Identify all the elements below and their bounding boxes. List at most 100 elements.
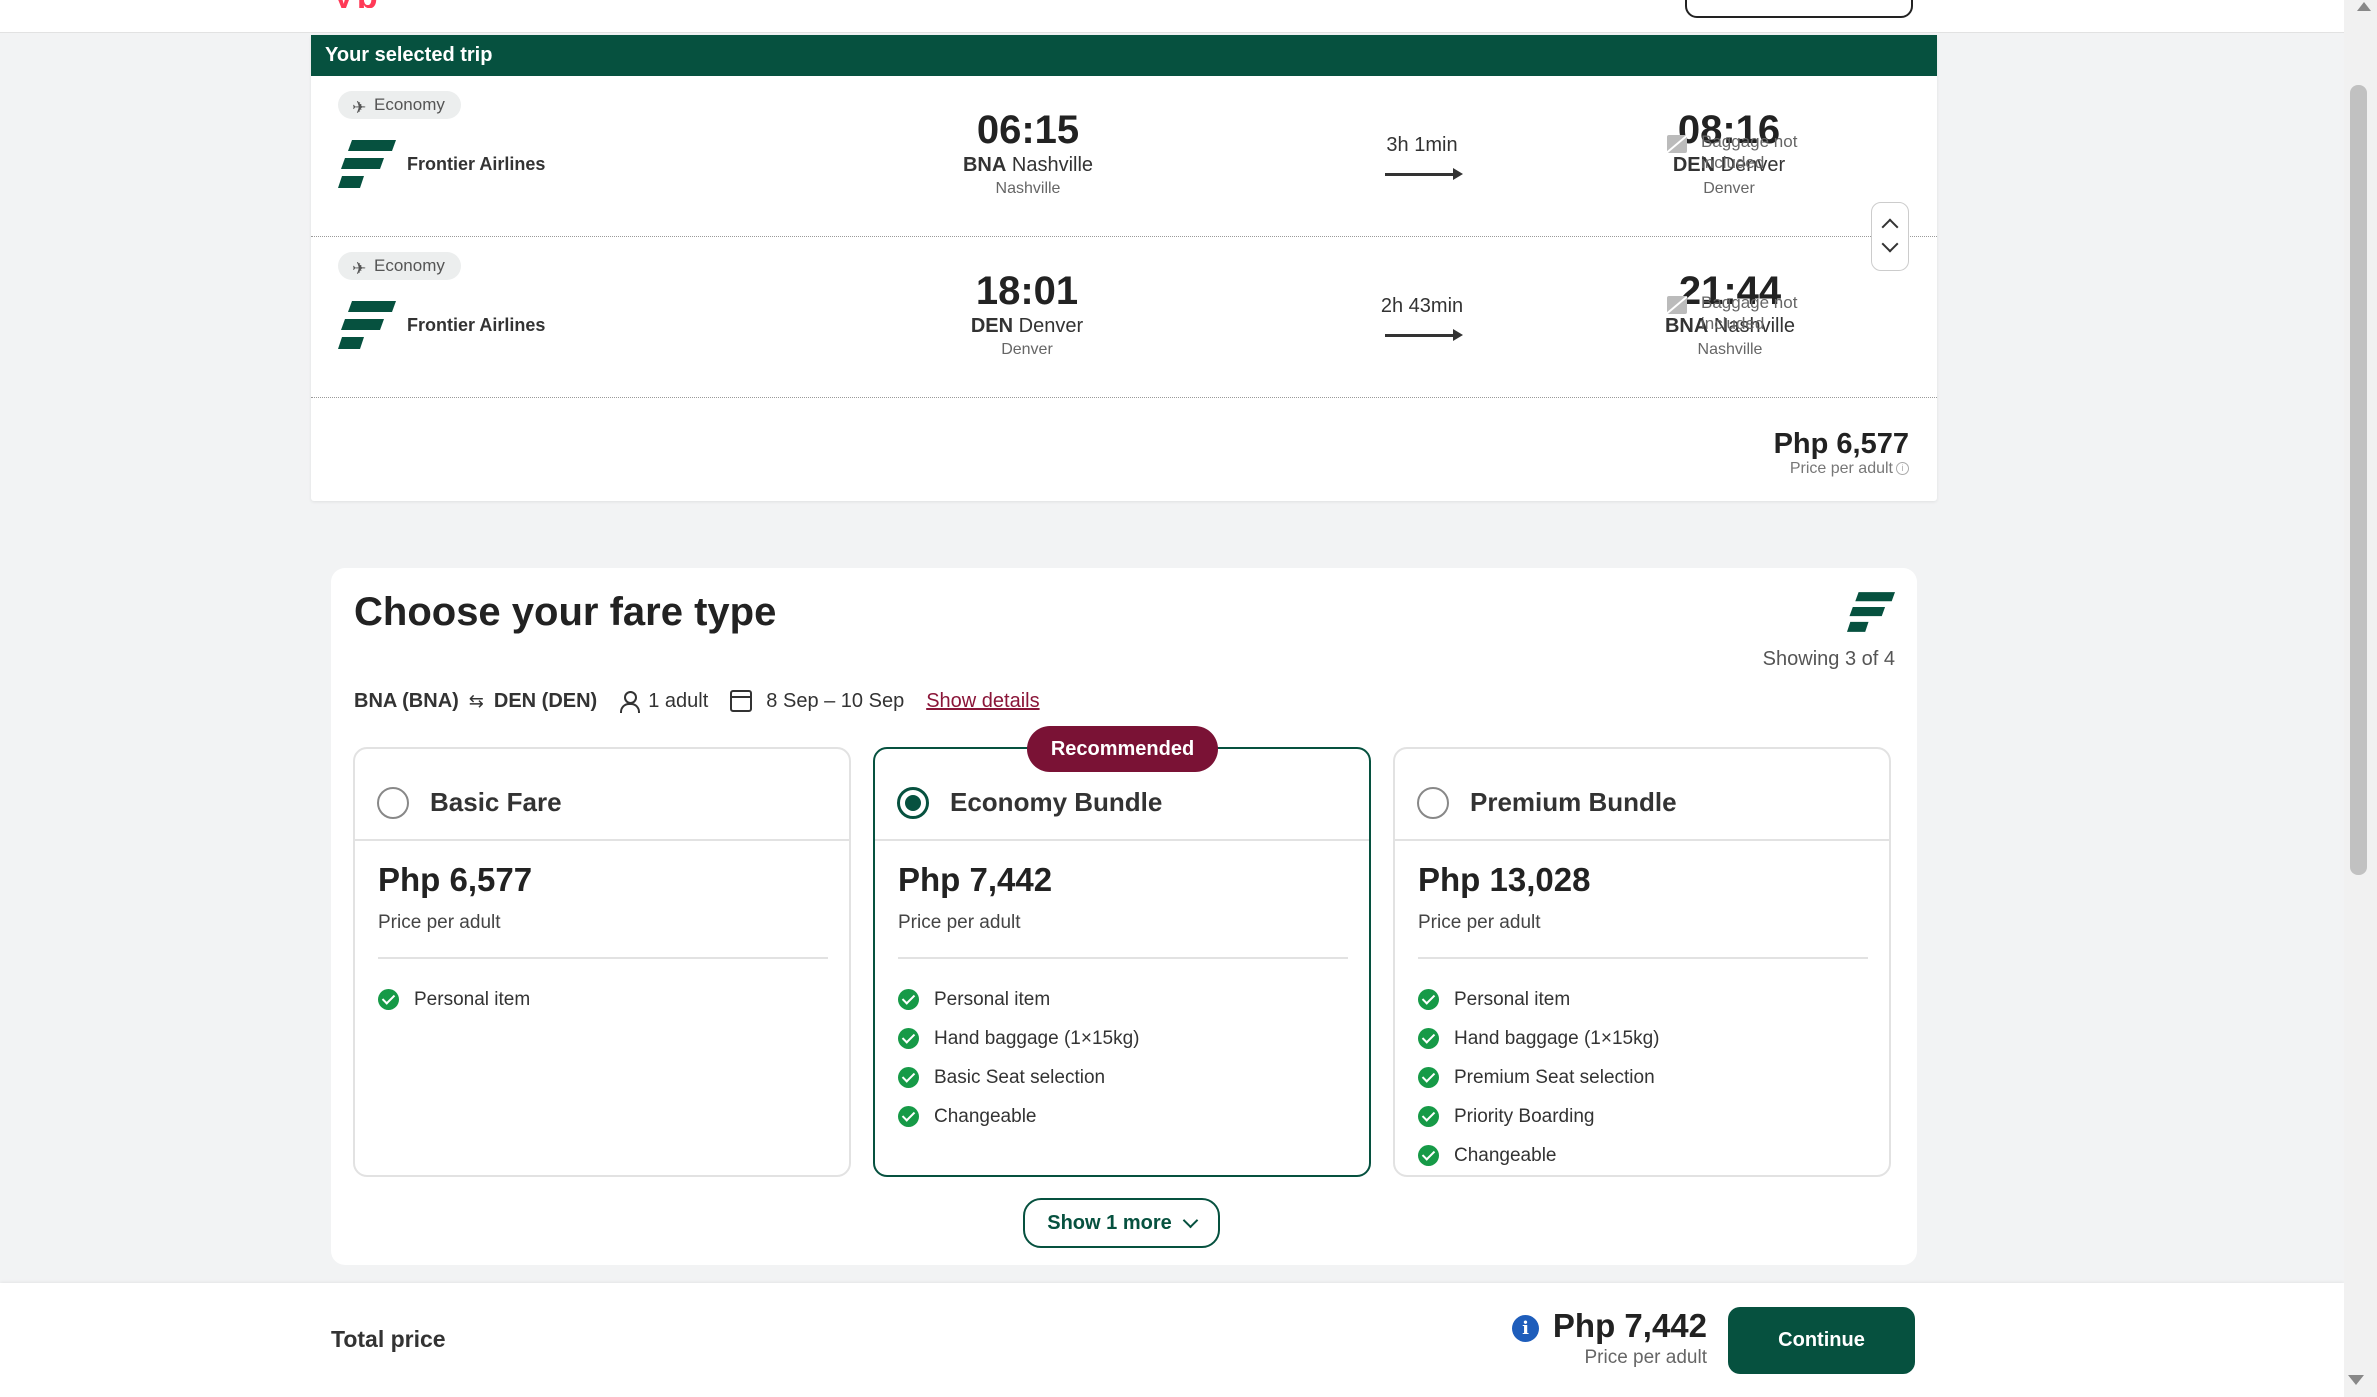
baggage-info: Baggage not included <box>1701 132 1798 172</box>
arrival-city: Denver <box>1703 180 1755 197</box>
fare-card-economy-bundle[interactable]: Economy Bundle Php 7,442 Price per adult… <box>873 747 1371 1177</box>
airline-name: Frontier Airlines <box>407 154 546 174</box>
baggage-info: Baggage not included <box>1701 293 1798 333</box>
selected-trip-panel: Your selected trip ✈ Economy Frontier Air… <box>311 35 1937 501</box>
check-icon <box>898 1067 919 1088</box>
cabin-badge: ✈ Economy <box>338 91 461 119</box>
route-destination: DEN (DEN) <box>493 689 598 712</box>
no-baggage-icon <box>1667 135 1687 153</box>
divider <box>1418 957 1868 959</box>
flight-segment-outbound: ✈ Economy Frontier Airlines 06:15 BNA Nas… <box>311 76 1937 237</box>
departure-block: 18:01 DEN Denver Denver <box>927 269 1127 361</box>
total-price-label: Total price <box>331 1326 446 1352</box>
feature-item: Personal item <box>1418 980 1659 1019</box>
header-button[interactable] <box>1685 0 1913 18</box>
fare-name: Premium Bundle <box>1470 787 1677 817</box>
feature-item: Priority Boarding <box>1418 1097 1659 1136</box>
fare-features: Personal item <box>378 980 530 1019</box>
show-details-link[interactable]: Show details <box>926 690 1039 713</box>
route-summary: BNA (BNA) ⇆ DEN (DEN) 1 adult 8 Sep – 10… <box>354 686 1040 716</box>
feature-label: Changeable <box>934 1105 1037 1127</box>
flight-duration: 3h 1min <box>1386 134 1458 156</box>
info-icon[interactable]: i <box>1896 462 1909 476</box>
check-icon <box>378 989 399 1010</box>
fare-price-label: Price per adult <box>1418 912 1541 933</box>
fare-card-basic[interactable]: Basic Fare Php 6,577 Price per adult Per… <box>353 747 851 1177</box>
arrow-right-icon <box>1385 329 1463 341</box>
departure-block: 06:15 BNA Nashville Nashville <box>928 108 1128 200</box>
feature-label: Hand baggage (1×15kg) <box>934 1027 1140 1049</box>
top-header: yp <box>0 0 2344 33</box>
departure-airport: Nashville <box>1011 154 1094 176</box>
recommended-badge: Recommended <box>1027 726 1218 772</box>
show-more-label: Show 1 more <box>1047 1211 1172 1234</box>
fare-radio-economy-bundle[interactable] <box>897 787 929 819</box>
feature-item: Changeable <box>1418 1136 1659 1175</box>
route-origin: BNA (BNA) <box>354 689 459 712</box>
fare-price: Php 7,442 <box>898 861 1053 898</box>
check-icon <box>898 1028 919 1049</box>
feature-label: Personal item <box>414 988 531 1010</box>
no-baggage-icon <box>1667 296 1687 314</box>
brand-logo[interactable]: yp <box>334 0 424 8</box>
flight-segment-return: ✈ Economy Frontier Airlines 18:01 DEN Den… <box>311 237 1937 398</box>
check-icon <box>1418 1067 1439 1088</box>
fare-features: Personal item Hand baggage (1×15kg) Basi… <box>898 980 1139 1136</box>
chevron-up-icon[interactable] <box>1881 218 1899 236</box>
divider <box>378 957 828 959</box>
show-more-button[interactable]: Show 1 more <box>1023 1198 1220 1248</box>
feature-label: Hand baggage (1×15kg) <box>1454 1027 1660 1049</box>
fare-radio-basic[interactable] <box>377 787 409 819</box>
scrollbar-thumb[interactable] <box>2350 85 2367 875</box>
scroll-down-icon[interactable] <box>2348 1375 2364 1385</box>
continue-button[interactable]: Continue <box>1728 1307 1915 1374</box>
departure-code: BNA <box>962 154 1007 176</box>
frontier-logo-icon <box>1847 592 1895 632</box>
feature-item: Personal item <box>898 980 1139 1019</box>
feature-item: Hand baggage (1×15kg) <box>898 1019 1139 1058</box>
fare-name: Economy Bundle <box>950 787 1163 817</box>
total-price-bar: Total price i Php 7,442 Price per adult … <box>0 1283 2344 1397</box>
chevron-down-icon[interactable] <box>1881 235 1899 253</box>
check-icon <box>1418 1106 1439 1127</box>
fare-price: Php 6,577 <box>378 861 533 898</box>
departure-airport: Denver <box>1018 315 1084 337</box>
fare-features: Personal item Hand baggage (1×15kg) Prem… <box>1418 980 1659 1175</box>
passenger-count: 1 adult <box>648 689 709 712</box>
calendar-icon <box>730 690 753 712</box>
fare-type-panel: Choose your fare type Showing 3 of 4 BNA… <box>331 568 1917 1265</box>
fare-card-header: Basic Fare <box>355 749 849 841</box>
frontier-logo-icon <box>338 301 396 349</box>
total-price-sublabel: Price per adult <box>1584 1347 1707 1368</box>
info-icon[interactable]: i <box>1512 1315 1539 1342</box>
chevron-down-icon <box>1182 1212 1199 1229</box>
showing-count: Showing 3 of 4 <box>1762 648 1895 670</box>
arrow-right-icon <box>1385 168 1463 180</box>
fare-card-header: Premium Bundle <box>1395 749 1889 841</box>
departure-city: Denver <box>1001 341 1053 358</box>
departure-code: DEN <box>970 315 1014 337</box>
fare-card-premium-bundle[interactable]: Premium Bundle Php 13,028 Price per adul… <box>1393 747 1891 1177</box>
feature-item: Basic Seat selection <box>898 1058 1139 1097</box>
feature-label: Priority Boarding <box>1454 1105 1595 1127</box>
scroll-up-icon[interactable] <box>2357 2 2371 11</box>
divider <box>898 957 1348 959</box>
cabin-label: Economy <box>374 256 445 275</box>
travel-dates: 8 Sep – 10 Sep <box>766 689 905 712</box>
feature-label: Personal item <box>1454 988 1571 1010</box>
feature-item: Hand baggage (1×15kg) <box>1418 1019 1659 1058</box>
fare-price-label: Price per adult <box>378 912 501 933</box>
plane-icon: ✈ <box>352 259 367 278</box>
trip-price-label: Price per adult <box>1789 460 1893 477</box>
plane-icon: ✈ <box>352 98 367 117</box>
check-icon <box>1418 1145 1439 1166</box>
segment-scroll-control[interactable] <box>1871 202 1909 271</box>
trip-price: Php 6,577 <box>1773 428 1909 460</box>
fare-name: Basic Fare <box>430 787 562 817</box>
airline-name: Frontier Airlines <box>407 315 546 335</box>
total-price: Php 7,442 <box>1552 1307 1707 1344</box>
fare-radio-premium-bundle[interactable] <box>1417 787 1449 819</box>
person-icon <box>619 690 641 713</box>
flight-duration: 2h 43min <box>1380 295 1464 317</box>
feature-label: Basic Seat selection <box>934 1066 1106 1088</box>
